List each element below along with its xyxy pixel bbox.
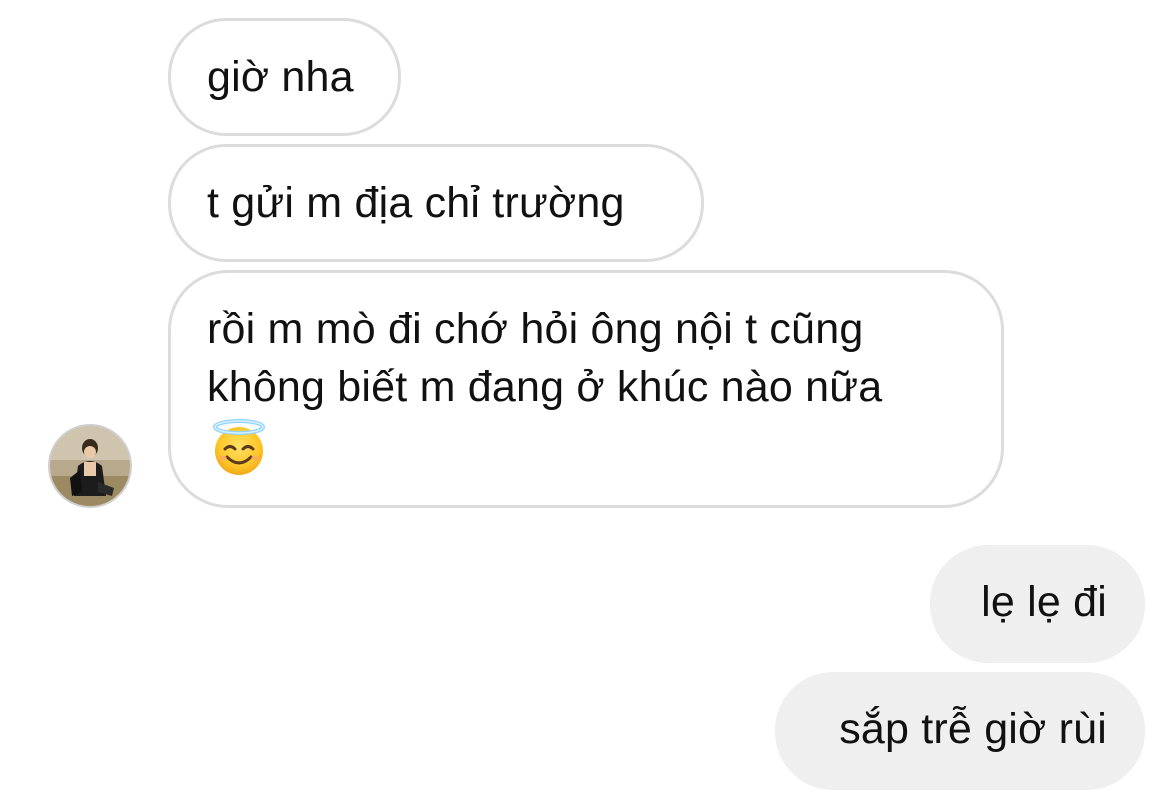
incoming-message-bubble[interactable]: t gửi m địa chỉ trường [168, 144, 704, 262]
message-text: t gửi m địa chỉ trường [207, 179, 625, 227]
outgoing-message-bubble[interactable]: sắp trễ giờ rùi [775, 672, 1145, 790]
message-text: giờ nha [207, 53, 354, 101]
incoming-message-bubble[interactable]: rồi m mò đi chớ hỏi ông nội t cũng không… [168, 270, 1004, 508]
message-text-line: không biết m đang ở khúc nào nữa [207, 363, 883, 411]
smiling-face-with-halo-icon [213, 419, 265, 475]
sender-avatar[interactable] [48, 424, 132, 508]
outgoing-message-bubble[interactable]: lẹ lẹ đi [930, 545, 1145, 663]
profile-photo [50, 426, 130, 506]
message-text: sắp trễ giờ rùi [839, 705, 1107, 753]
incoming-message-bubble[interactable]: giờ nha [168, 18, 401, 136]
message-text-line: rồi m mò đi chớ hỏi ông nội t cũng [207, 305, 864, 353]
message-text: lẹ lẹ đi [981, 578, 1107, 626]
